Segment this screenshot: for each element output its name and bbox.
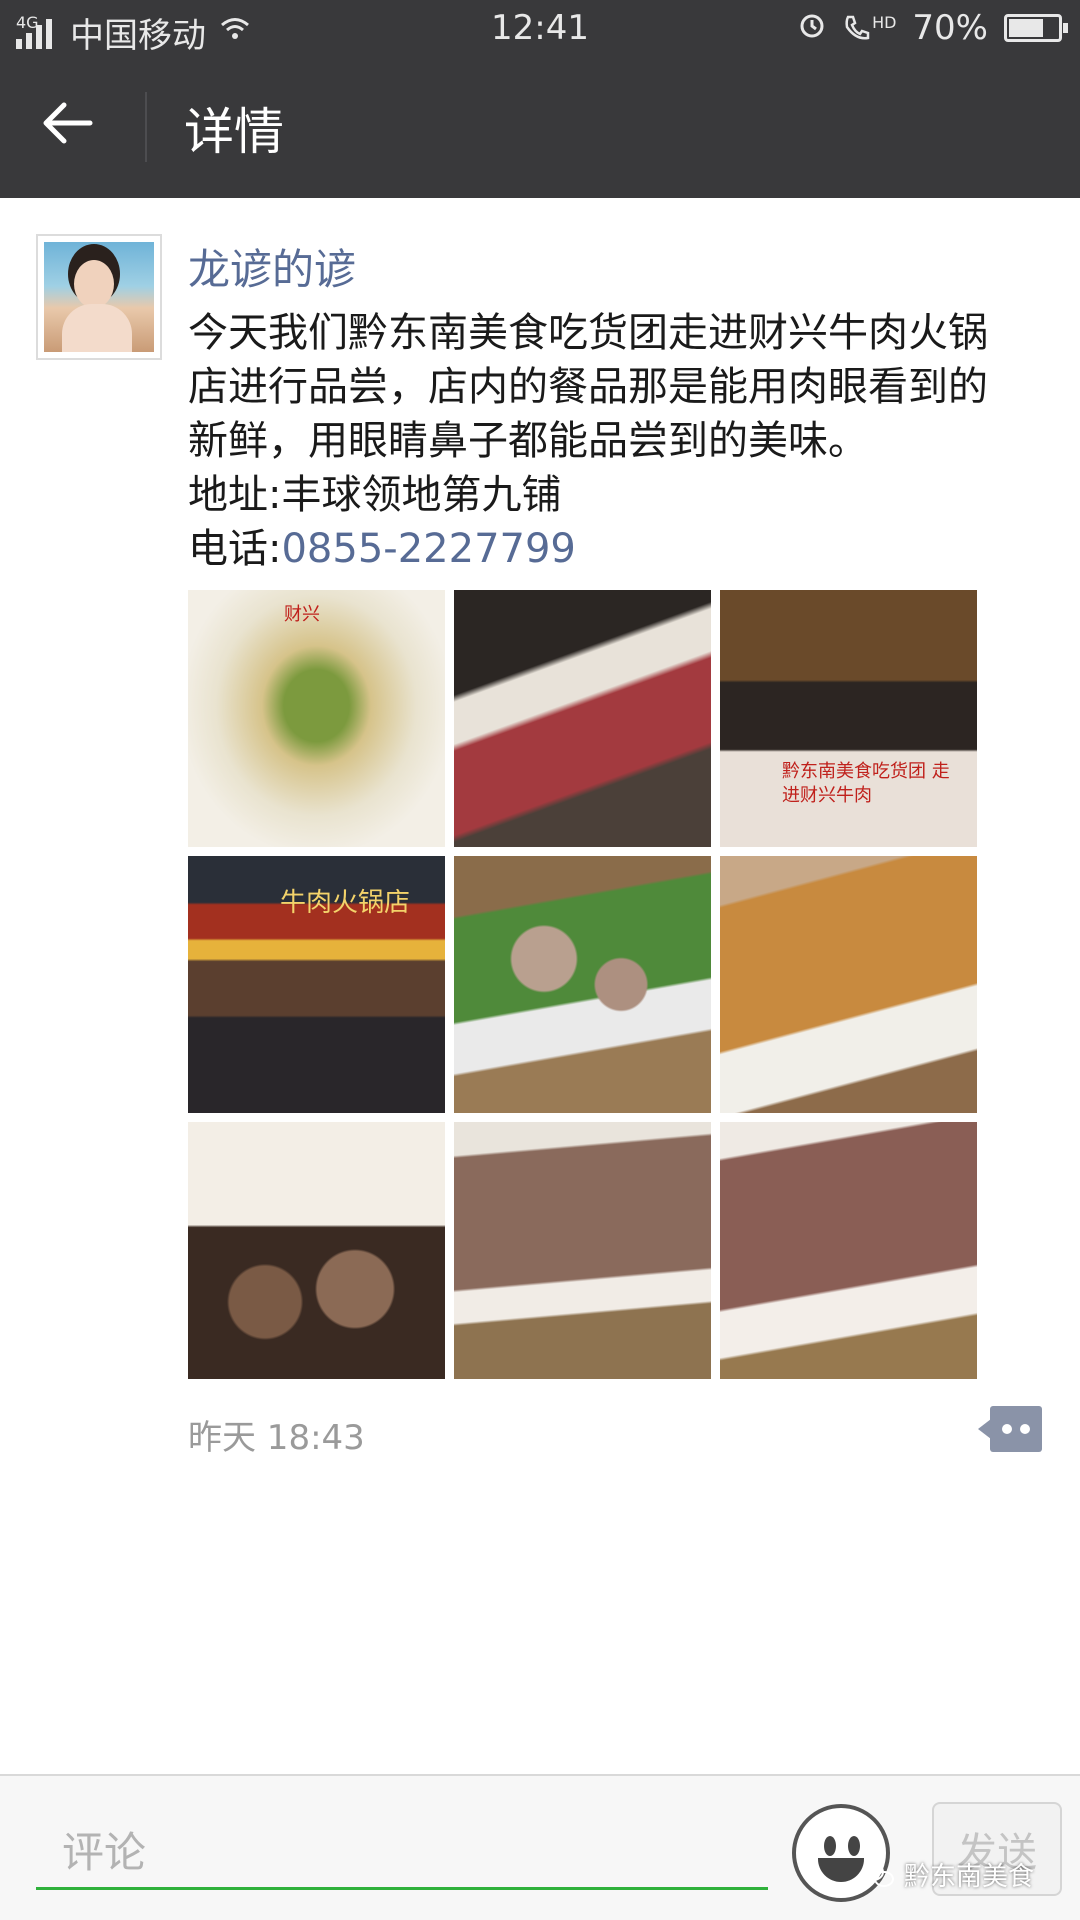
photo-6[interactable] [720, 856, 977, 1113]
hd-call-icon: HD [842, 13, 896, 43]
alarm-icon [798, 8, 826, 48]
avatar[interactable] [36, 234, 162, 360]
photo-overlay-text: 牛肉火锅店 [280, 888, 411, 918]
comment-bar: 发送 [0, 1774, 1080, 1920]
post-text-line: 店进行品尝，店内的餐品那是能用肉眼看到的 [188, 364, 988, 410]
photo-3[interactable]: 黔东南美食吃货团 走进财兴牛肉 [720, 590, 977, 847]
wechat-icon [862, 1861, 898, 1889]
battery-level [1009, 19, 1043, 37]
post-text-line: 今天我们黔东南美食吃货团走进财兴牛肉火锅 [188, 310, 988, 356]
photo-grid: 财兴 黔东南美食吃货团 走进财兴牛肉 牛肉火锅店 [188, 590, 980, 1379]
status-bar: 4G 中国移动 12:41 HD 70% [0, 0, 1080, 56]
comment-dots-icon [990, 1406, 1042, 1452]
photo-overlay-text: 财兴 [284, 604, 320, 625]
phone-label: 电话: [188, 526, 282, 572]
post-text-line: 新鲜，用眼睛鼻子都能品尝到的美味。 [188, 418, 868, 464]
post-time: 昨天 18:43 [188, 1418, 365, 1458]
photo-5[interactable] [454, 856, 711, 1113]
photo-2[interactable] [454, 590, 711, 847]
hd-label: HD [872, 13, 897, 32]
post-address: 地址:丰球领地第九铺 [188, 472, 562, 518]
author-name[interactable]: 龙谚的谚 [188, 236, 356, 297]
battery-icon [1004, 14, 1068, 42]
post-phone-line: 电话:0855-2227799 [188, 522, 1048, 576]
phone-link[interactable]: 0855-2227799 [281, 526, 575, 572]
watermark-text: 黔东南美食 [904, 1862, 1035, 1892]
photo-9[interactable] [720, 1122, 977, 1379]
title-divider [145, 92, 147, 162]
post-text: 今天我们黔东南美食吃货团走进财兴牛肉火锅 店进行品尝，店内的餐品那是能用肉眼看到… [188, 306, 1048, 576]
comment-input[interactable] [36, 1818, 768, 1890]
back-arrow-icon [43, 102, 93, 144]
smiley-icon [824, 1836, 836, 1856]
photo-8[interactable] [454, 1122, 711, 1379]
page-title: 详情 [184, 103, 284, 161]
watermark: 黔东南美食 [862, 1856, 1034, 1893]
photo-7[interactable] [188, 1122, 445, 1379]
comment-button[interactable] [978, 1406, 1042, 1452]
status-right: HD 70% [798, 8, 1068, 48]
avatar-image [44, 242, 154, 352]
photo-overlay-text: 黔东南美食吃货团 走进财兴牛肉 [782, 761, 950, 806]
back-button[interactable] [40, 96, 110, 166]
title-bar: 详情 [0, 56, 1080, 198]
photo-4[interactable]: 牛肉火锅店 [188, 856, 445, 1113]
photo-1[interactable]: 财兴 [188, 590, 445, 847]
battery-percent: 70% [912, 8, 988, 48]
